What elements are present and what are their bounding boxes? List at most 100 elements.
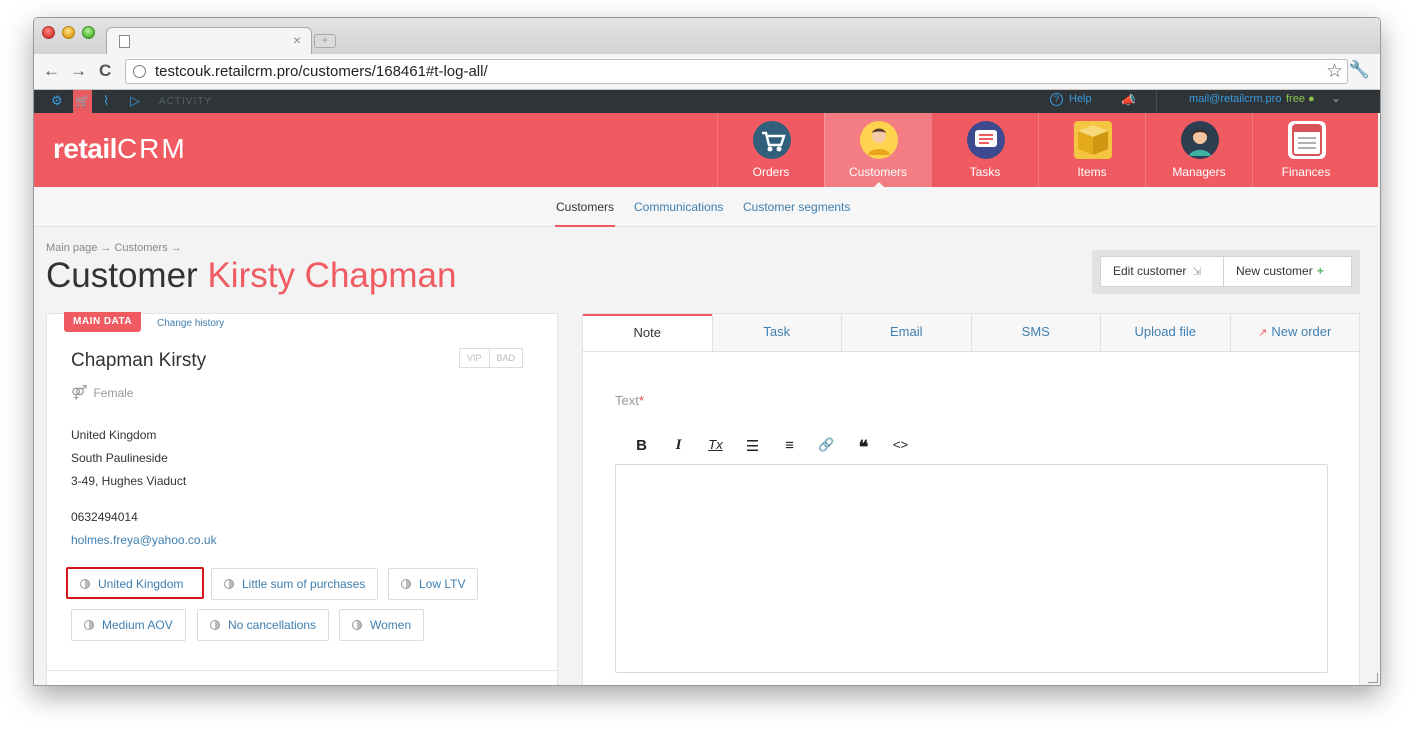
tab-strip: × + (34, 18, 1380, 54)
nav-orders-label: Orders (752, 165, 790, 179)
close-window-button[interactable] (42, 26, 55, 39)
cart-icon[interactable]: 🛒 (73, 90, 92, 113)
edit-customer-label: Edit customer (1113, 264, 1187, 278)
email-link[interactable]: holmes.freya@yahoo.co.uk (71, 533, 217, 547)
note-panel: Note Task Email SMS Upload file ↗ New ord… (582, 313, 1360, 685)
bookmark-star-icon[interactable]: ☆ (1326, 60, 1343, 83)
user-email[interactable]: mail@retailcrm.pro (1189, 93, 1281, 105)
quote-icon[interactable]: ❝ (845, 437, 882, 458)
segment-label: Low LTV (419, 577, 466, 591)
note-text-editor[interactable] (615, 464, 1328, 673)
settings-icon[interactable]: ⚙ (51, 93, 63, 109)
new-tab-button[interactable]: + (314, 34, 336, 48)
tab-new-order[interactable]: ↗ New order (1229, 314, 1359, 351)
page-title-name: Kirsty Chapman (207, 256, 457, 295)
pie-icon (84, 620, 94, 630)
chevron-down-icon[interactable]: ⌄ (1331, 91, 1341, 105)
plan-badge: free ● (1286, 93, 1315, 105)
address-bar[interactable]: testcouk.retailcrm.pro/customers/168461#… (125, 59, 1348, 84)
italic-icon[interactable]: I (660, 437, 697, 458)
new-customer-button[interactable]: New customer + (1223, 256, 1352, 287)
help-label: Help (1069, 93, 1092, 105)
phone[interactable]: 0632494014 (71, 510, 138, 524)
nav-orders[interactable]: Orders (717, 113, 824, 187)
bold-icon[interactable]: B (623, 437, 660, 458)
link-icon[interactable]: 🔗 (808, 437, 845, 458)
browser-tab[interactable]: × (106, 27, 312, 54)
tab-task[interactable]: Task (711, 314, 841, 351)
text-field-label: Text* (615, 393, 644, 408)
subnav-communications[interactable]: Communications (634, 200, 723, 214)
nav-managers[interactable]: Managers (1145, 113, 1252, 187)
reload-button[interactable]: C (99, 61, 111, 81)
subnav-customer-segments[interactable]: Customer segments (743, 200, 850, 214)
tab-upload-file[interactable]: Upload file (1100, 314, 1230, 351)
megaphone-icon[interactable]: 📣 (1121, 93, 1136, 107)
vip-button[interactable]: VIP (459, 348, 490, 368)
plus-icon: + (1316, 264, 1324, 278)
clear-format-icon[interactable]: Tx (697, 437, 734, 458)
editor-toolbar: B I Tx ☰ ≡ 🔗 ❝ <> (623, 437, 919, 458)
bad-button[interactable]: BAD (489, 348, 524, 368)
person-icon (860, 121, 898, 159)
play-icon[interactable]: ▷ (130, 93, 140, 109)
retailcrm-logo[interactable]: retailCRM (53, 133, 187, 165)
tab-close-icon[interactable]: × (293, 32, 301, 48)
chart-icon[interactable]: ⌇ (103, 93, 109, 109)
required-marker: * (638, 393, 644, 408)
wrench-icon[interactable]: 🔧 (1349, 60, 1370, 80)
crm-top-bar: ⚙ 🛒 ⌇ ▷ ACTIVITY ? Help 📣 mail@retailcrm.… (34, 90, 1380, 113)
chat-bubble-icon (967, 121, 1005, 159)
address-country: United Kingdom (71, 428, 157, 442)
url-text[interactable]: testcouk.retailcrm.pro/customers/168461#… (155, 63, 488, 80)
edit-customer-button[interactable]: Edit customer ⇲ (1100, 256, 1224, 287)
segment-tag[interactable]: Medium AOV (71, 609, 186, 641)
globe-icon (133, 65, 146, 78)
text-label: Text (615, 393, 639, 408)
code-icon[interactable]: <> (882, 437, 919, 458)
gender: ⚤ Female (71, 384, 133, 401)
main-nav: Orders Customers Tasks Items Managers Fi… (717, 113, 1359, 188)
tab-sms[interactable]: SMS (970, 314, 1100, 351)
resize-handle[interactable] (1368, 673, 1378, 683)
customer-card: MAIN DATA Change history Chapman Kirsty … (46, 312, 558, 685)
segment-tag[interactable]: Women (339, 609, 425, 641)
page-title-prefix: Customer (46, 256, 198, 295)
segment-tag[interactable]: United Kingdom (66, 567, 204, 599)
nav-items[interactable]: Items (1038, 113, 1145, 187)
browser-toolbar: ← → C testcouk.retailcrm.pro/customers/1… (34, 54, 1380, 90)
zoom-window-button[interactable] (82, 26, 95, 39)
tab-new-order-label: New order (1271, 324, 1332, 339)
segment-tag[interactable]: Low LTV (388, 568, 479, 600)
nav-customers-label: Customers (848, 165, 907, 179)
divider (47, 670, 557, 671)
box-icon (1074, 121, 1112, 159)
gender-label: Female (93, 386, 134, 400)
tab-change-history[interactable]: Change history (157, 318, 224, 329)
note-tabs: Note Task Email SMS Upload file ↗ New ord… (583, 314, 1359, 352)
subnav-customers[interactable]: Customers (556, 200, 614, 214)
breadcrumb[interactable]: Main page → Customers → (46, 242, 182, 254)
sub-navigation: Customers Communications Customer segmen… (34, 187, 1378, 227)
crm-header: retailCRM Orders Customers Tasks Items M… (34, 113, 1378, 188)
customer-name: Chapman Kirsty (71, 350, 207, 371)
nav-tasks[interactable]: Tasks (931, 113, 1038, 187)
numbered-list-icon[interactable]: ≡ (771, 437, 808, 458)
nav-finances[interactable]: Finances (1252, 113, 1359, 187)
segment-tag[interactable]: Little sum of purchases (211, 568, 379, 600)
nav-finances-label: Finances (1281, 165, 1331, 179)
forward-button[interactable]: → (70, 61, 87, 81)
tab-email[interactable]: Email (841, 314, 971, 351)
help-link[interactable]: ? Help (1050, 93, 1092, 106)
activity-label[interactable]: ACTIVITY (159, 96, 212, 107)
edit-icon: ⇲ (1192, 266, 1202, 278)
tab-main-data[interactable]: MAIN DATA (64, 312, 142, 332)
nav-customers[interactable]: Customers (824, 113, 931, 188)
minimize-window-button[interactable] (62, 26, 75, 39)
tab-note[interactable]: Note (583, 314, 712, 351)
bulleted-list-icon[interactable]: ☰ (734, 437, 771, 458)
new-customer-label: New customer (1236, 264, 1313, 278)
back-button[interactable]: ← (43, 61, 60, 81)
segment-tag[interactable]: No cancellations (197, 609, 330, 641)
segment-label: United Kingdom (98, 577, 184, 591)
